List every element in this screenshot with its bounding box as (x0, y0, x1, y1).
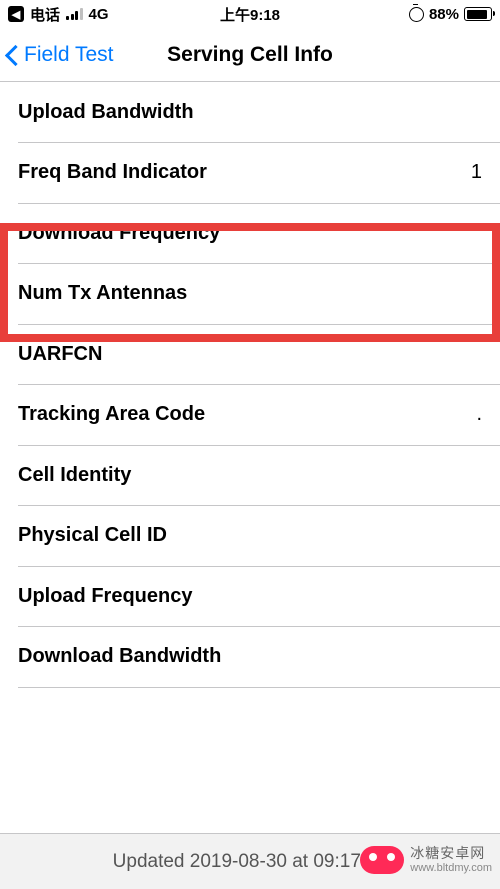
page-title: Serving Cell Info (167, 43, 333, 67)
row-label: Upload Bandwidth (18, 101, 194, 124)
row-label: Upload Frequency (18, 585, 192, 608)
battery-icon (464, 7, 492, 21)
row-label: Download Bandwidth (18, 645, 221, 668)
row-upload-frequency[interactable]: Upload Frequency (0, 566, 500, 626)
clock: 上午9:18 (220, 4, 280, 25)
back-button[interactable]: Field Test (0, 43, 114, 67)
watermark-logo-icon (360, 846, 404, 874)
watermark: 冰糖安卓网 www.bltdmy.com (360, 845, 492, 875)
content-list: Upload Bandwidth Freq Band Indicator 1 D… (0, 82, 500, 687)
row-label: Num Tx Antennas (18, 282, 187, 305)
status-left: ◀ 电话 4G (8, 4, 109, 25)
network-label: 4G (89, 6, 109, 23)
carrier-label: 电话 (30, 4, 60, 25)
row-physical-cell-id[interactable]: Physical Cell ID (0, 506, 500, 566)
row-uarfcn[interactable]: UARFCN (0, 324, 500, 384)
signal-icon (66, 8, 83, 20)
status-bar: ◀ 电话 4G 上午9:18 88% (0, 0, 500, 28)
row-label: Download Frequency (18, 222, 220, 245)
row-tracking-area-code[interactable]: Tracking Area Code . (0, 385, 500, 445)
row-cell-identity[interactable]: Cell Identity (0, 445, 500, 505)
row-download-bandwidth[interactable]: Download Bandwidth (0, 627, 500, 687)
row-value: 1 (471, 161, 482, 184)
row-upload-bandwidth[interactable]: Upload Bandwidth (0, 82, 500, 142)
row-download-frequency[interactable]: Download Frequency (0, 203, 500, 263)
row-label: Cell Identity (18, 464, 131, 487)
watermark-text: 冰糖安卓网 www.bltdmy.com (410, 845, 492, 875)
watermark-cn: 冰糖安卓网 (410, 845, 492, 862)
row-label: UARFCN (18, 343, 102, 366)
status-right: 88% (409, 6, 492, 23)
back-app-badge[interactable]: ◀ (8, 6, 24, 22)
row-value: . (476, 403, 482, 426)
back-label: Field Test (24, 43, 114, 67)
row-label: Physical Cell ID (18, 524, 167, 547)
nav-bar: Field Test Serving Cell Info (0, 28, 500, 82)
watermark-url: www.bltdmy.com (410, 862, 492, 875)
row-num-tx-antennas[interactable]: Num Tx Antennas (0, 264, 500, 324)
footer-text: Updated 2019-08-30 at 09:17:47 (113, 851, 388, 873)
chevron-left-icon (6, 44, 20, 66)
row-label: Tracking Area Code (18, 403, 205, 426)
row-label: Freq Band Indicator (18, 161, 207, 184)
row-freq-band-indicator[interactable]: Freq Band Indicator 1 (0, 143, 500, 203)
alarm-icon (409, 7, 424, 22)
battery-percent: 88% (429, 6, 459, 23)
